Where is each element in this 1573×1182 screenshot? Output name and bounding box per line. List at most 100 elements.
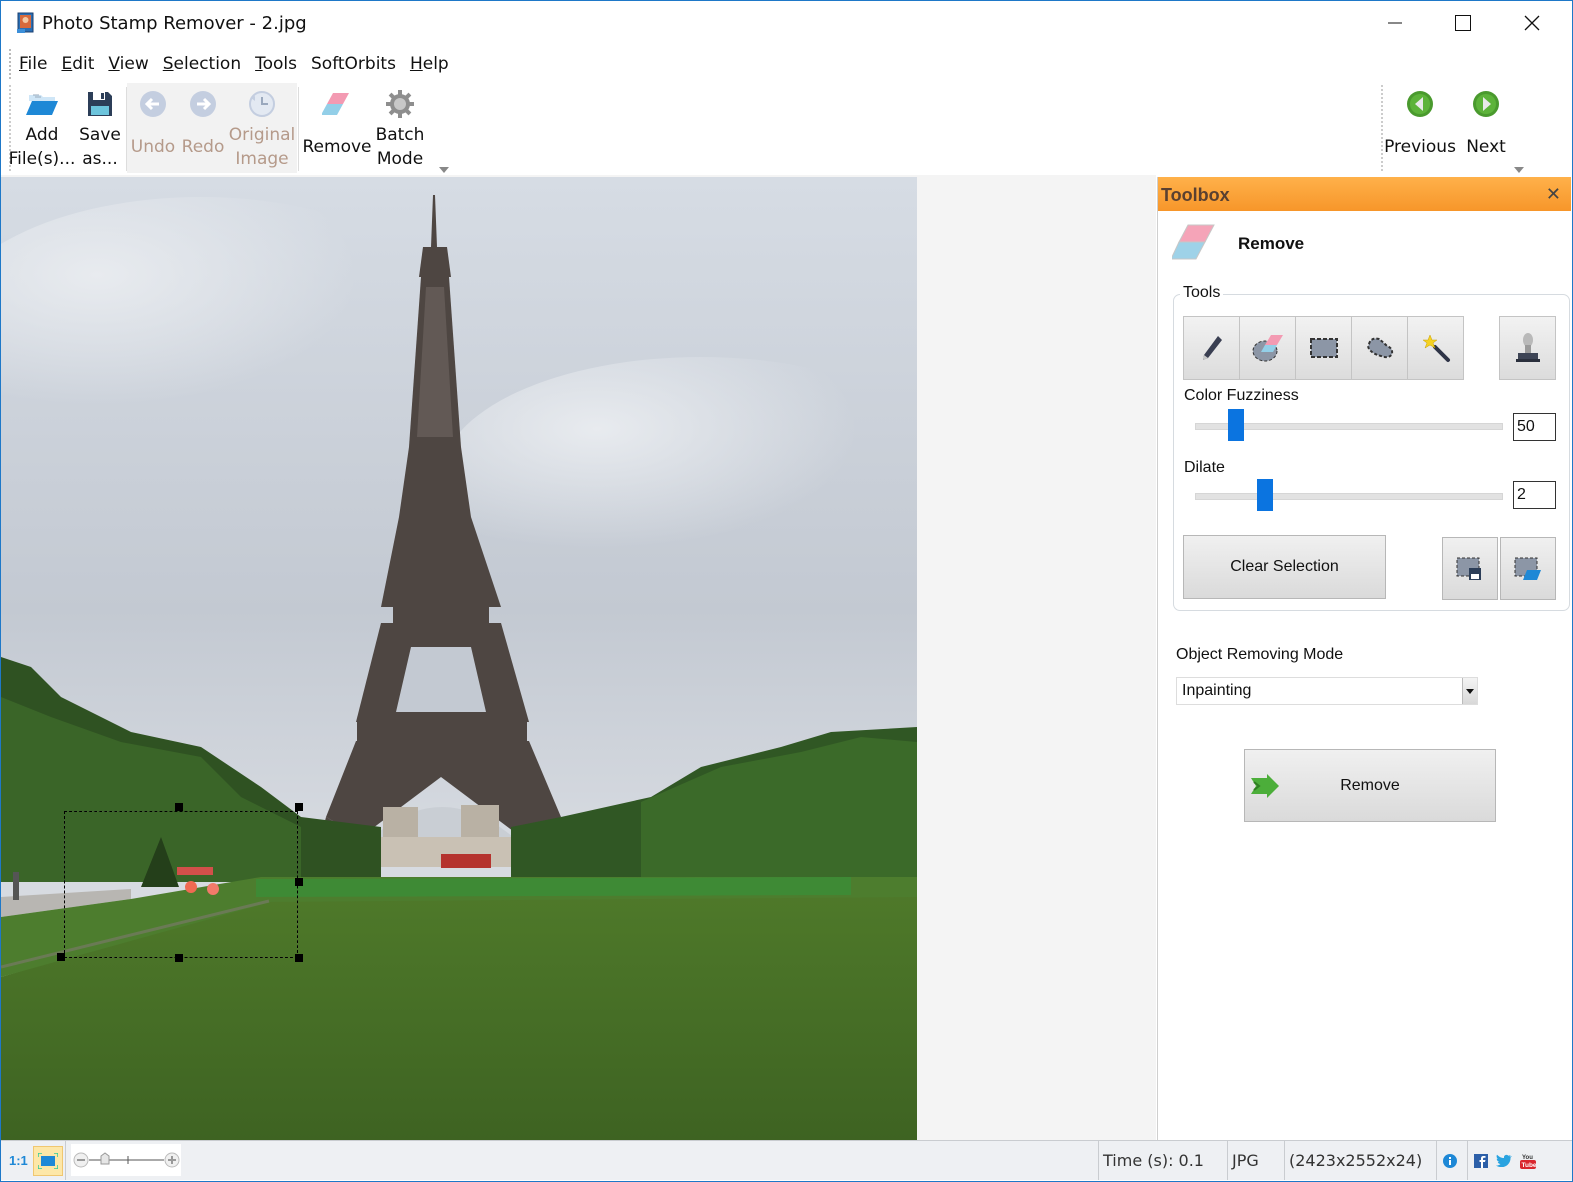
undo-button[interactable]: Undo bbox=[129, 81, 177, 175]
save-selection-button[interactable] bbox=[1442, 537, 1498, 600]
selection-rectangle[interactable] bbox=[64, 811, 298, 958]
next-button[interactable]: Next bbox=[1459, 81, 1513, 175]
facebook-icon[interactable] bbox=[1474, 1153, 1488, 1168]
green-arrow-icon bbox=[1251, 774, 1279, 798]
remove-toolbar-label: Remove bbox=[302, 137, 372, 157]
selection-handle[interactable] bbox=[295, 954, 303, 962]
color-fuzziness-label: Color Fuzziness bbox=[1184, 387, 1299, 404]
floppy-disk-icon bbox=[88, 92, 112, 116]
maximize-icon bbox=[1455, 15, 1471, 31]
fit-window-icon bbox=[38, 1153, 58, 1169]
selection-handle[interactable] bbox=[175, 954, 183, 962]
dilate-slider-thumb[interactable] bbox=[1256, 479, 1273, 511]
time-status: Time (s): 0.1 bbox=[1098, 1141, 1225, 1180]
add-files-button[interactable]: Add File(s)... bbox=[9, 81, 75, 175]
twitter-icon[interactable] bbox=[1496, 1154, 1512, 1167]
menu-selection[interactable]: Selection bbox=[163, 49, 241, 79]
save-as-label-2: as... bbox=[82, 149, 118, 169]
add-files-label-1: Add bbox=[25, 125, 59, 145]
title-bar: Photo Stamp Remover - 2.jpg bbox=[1, 1, 1572, 45]
green-left-arrow-icon bbox=[1407, 91, 1433, 117]
pencil-tool-button[interactable] bbox=[1183, 316, 1240, 380]
toolbar: Add File(s)... Save as... Undo Redo Orig… bbox=[1, 81, 1572, 175]
photo-canvas[interactable] bbox=[1, 177, 917, 1140]
dilate-label: Dilate bbox=[1184, 459, 1225, 476]
dilate-input[interactable]: 2 bbox=[1513, 481, 1556, 509]
menu-softorbits[interactable]: SoftOrbits bbox=[311, 49, 396, 79]
selection-handle[interactable] bbox=[295, 878, 303, 886]
status-separator bbox=[65, 1141, 66, 1180]
batch-mode-label-2: Mode bbox=[376, 149, 424, 169]
undo-label: Undo bbox=[130, 137, 176, 157]
save-selection-icon bbox=[1456, 557, 1481, 580]
selection-handle[interactable] bbox=[175, 803, 183, 811]
fit-to-window-button[interactable] bbox=[33, 1146, 63, 1176]
save-as-button[interactable]: Save as... bbox=[75, 81, 125, 175]
selection-handle[interactable] bbox=[295, 803, 303, 811]
menu-edit[interactable]: Edit bbox=[61, 49, 94, 79]
maximize-button[interactable] bbox=[1429, 1, 1497, 45]
color-fuzziness-input[interactable]: 50 bbox=[1513, 413, 1556, 441]
minimize-icon bbox=[1388, 22, 1402, 24]
eiffel-tower-photo bbox=[1, 177, 917, 1140]
green-right-arrow-icon bbox=[1473, 91, 1499, 117]
chevron-down-icon[interactable] bbox=[1462, 678, 1477, 704]
toolbar-overflow-icon[interactable] bbox=[1514, 167, 1524, 173]
minimize-button[interactable] bbox=[1361, 1, 1429, 45]
remove-toolbar-button[interactable]: Remove bbox=[302, 81, 372, 175]
zoom-slider[interactable] bbox=[71, 1144, 181, 1176]
object-removing-mode-value: Inpainting bbox=[1182, 682, 1252, 699]
zoom-slider-graphic bbox=[73, 1152, 180, 1168]
magic-wand-icon bbox=[1421, 334, 1450, 362]
menu-view[interactable]: View bbox=[108, 49, 148, 79]
remove-action-label: Remove bbox=[1340, 776, 1400, 794]
dimensions-status: (2423x2552x24) bbox=[1284, 1141, 1429, 1180]
rectangle-select-tool-button[interactable] bbox=[1295, 316, 1352, 380]
svg-text:Tube: Tube bbox=[1522, 1162, 1537, 1169]
magic-wand-tool-button[interactable] bbox=[1407, 316, 1464, 380]
menu-tools[interactable]: Tools bbox=[255, 49, 297, 79]
toolbox-title: Toolbox bbox=[1161, 185, 1230, 205]
social-links: You Tube bbox=[1467, 1141, 1573, 1180]
info-button[interactable] bbox=[1436, 1141, 1463, 1180]
eraser-icon bbox=[1172, 224, 1215, 260]
lasso-select-tool-button[interactable] bbox=[1351, 316, 1408, 380]
undo-arrow-icon bbox=[140, 91, 166, 117]
previous-button[interactable]: Previous bbox=[1384, 81, 1456, 175]
toolbox-header: Toolbox ✕ bbox=[1158, 177, 1571, 211]
selection-eraser-tool-button[interactable] bbox=[1239, 316, 1296, 380]
redo-button[interactable]: Redo bbox=[179, 81, 227, 175]
object-removing-mode-select[interactable]: Inpainting bbox=[1176, 677, 1478, 705]
close-icon bbox=[1524, 15, 1540, 31]
batch-mode-label-1: Batch bbox=[375, 125, 425, 145]
youtube-icon[interactable]: YouTube bbox=[1520, 1153, 1536, 1169]
zoom-1-1-button[interactable]: 1:1 bbox=[9, 1141, 28, 1180]
remove-action-button[interactable]: Remove bbox=[1244, 749, 1496, 822]
clear-selection-label: Clear Selection bbox=[1230, 558, 1339, 575]
menu-bar: File Edit View Selection Tools SoftOrbit… bbox=[9, 49, 463, 79]
menu-file[interactable]: File bbox=[19, 49, 47, 79]
toolbar-grip bbox=[1381, 85, 1383, 171]
load-selection-button[interactable] bbox=[1500, 537, 1556, 600]
close-button[interactable] bbox=[1498, 1, 1566, 45]
pencil-icon bbox=[1202, 336, 1222, 360]
gear-icon bbox=[386, 90, 414, 118]
color-fuzziness-slider-thumb[interactable] bbox=[1227, 409, 1244, 441]
rectangle-select-icon bbox=[1309, 338, 1338, 358]
batch-mode-button[interactable]: Batch Mode bbox=[373, 81, 427, 175]
canvas-area[interactable] bbox=[1, 175, 1156, 1140]
previous-label: Previous bbox=[1384, 137, 1456, 157]
toolbar-overflow-icon[interactable] bbox=[439, 167, 449, 173]
clear-selection-button[interactable]: Clear Selection bbox=[1183, 535, 1386, 599]
selection-handle[interactable] bbox=[57, 953, 65, 961]
color-fuzziness-slider[interactable] bbox=[1195, 409, 1503, 441]
original-image-button[interactable]: Original Image bbox=[229, 81, 295, 175]
object-removing-mode-label: Object Removing Mode bbox=[1176, 646, 1344, 663]
stamp-tool-button[interactable] bbox=[1499, 316, 1556, 380]
lasso-select-icon bbox=[1366, 337, 1393, 359]
window-title: Photo Stamp Remover - 2.jpg bbox=[42, 13, 307, 34]
app-icon bbox=[17, 12, 34, 33]
menu-help[interactable]: Help bbox=[410, 49, 449, 79]
dilate-slider[interactable] bbox=[1195, 479, 1503, 511]
toolbox-close-icon[interactable]: ✕ bbox=[1546, 184, 1561, 205]
